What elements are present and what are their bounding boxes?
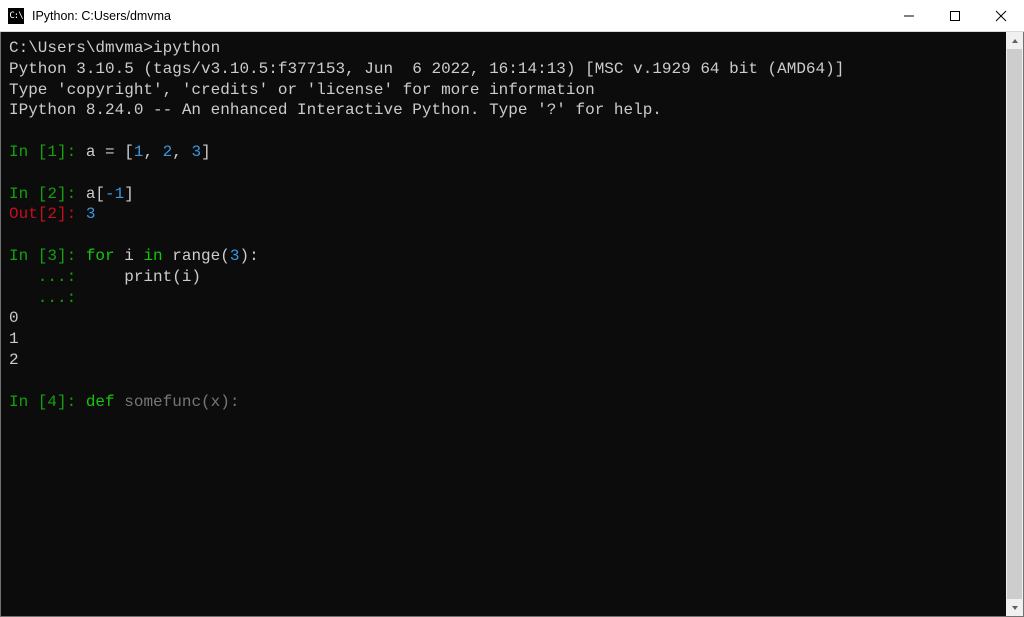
console-app-icon: C:\ xyxy=(8,8,24,24)
titlebar: C:\ IPython: C:Users/dmvma xyxy=(0,0,1024,32)
code-text: ): xyxy=(239,247,258,265)
autosuggest-sig: (x): xyxy=(201,393,239,411)
console-app-icon-label: C:\ xyxy=(9,11,22,21)
shell-prompt-path: C:\Users\dmvma> xyxy=(9,39,153,57)
client-area: C:\Users\dmvma>ipython Python 3.10.5 (ta… xyxy=(0,32,1024,617)
out-value: 3 xyxy=(86,205,96,223)
terminal[interactable]: C:\Users\dmvma>ipython Python 3.10.5 (ta… xyxy=(1,32,1006,616)
banner-line: Type 'copyright', 'credits' or 'license'… xyxy=(9,81,595,99)
code-keyword: for xyxy=(86,247,115,265)
chevron-up-icon xyxy=(1011,37,1019,45)
minimize-icon xyxy=(904,11,914,21)
code-text: , xyxy=(172,143,191,161)
code-text: a = [ xyxy=(86,143,134,161)
stdout-line: 1 xyxy=(9,330,19,348)
code-indent xyxy=(86,268,124,286)
code-text: a[ xyxy=(86,185,105,203)
scrollbar-track[interactable] xyxy=(1006,49,1023,599)
scrollbar-thumb[interactable] xyxy=(1007,49,1022,599)
window-title: IPython: C:Users/dmvma xyxy=(32,9,171,23)
stdout-line: 0 xyxy=(9,309,19,327)
code-keyword: def xyxy=(86,393,115,411)
autosuggest-funcname: somefunc xyxy=(124,393,201,411)
minimize-button[interactable] xyxy=(886,0,932,31)
code-text: ] xyxy=(124,185,134,203)
close-icon xyxy=(995,10,1007,22)
shell-prompt-cmd: ipython xyxy=(153,39,220,57)
scrollbar-up-button[interactable] xyxy=(1006,32,1023,49)
code-text xyxy=(115,393,125,411)
chevron-down-icon xyxy=(1011,604,1019,612)
banner-line: Python 3.10.5 (tags/v3.10.5:f377153, Jun… xyxy=(9,60,844,78)
banner-line: IPython 8.24.0 -- An enhanced Interactiv… xyxy=(9,101,662,119)
close-button[interactable] xyxy=(978,0,1024,31)
continuation-prompt: ...: xyxy=(9,268,86,286)
code-text: , xyxy=(143,143,162,161)
scrollbar-down-button[interactable] xyxy=(1006,599,1023,616)
in-prompt: In [3]: xyxy=(9,247,86,265)
code-number: 3 xyxy=(191,143,201,161)
out-prompt: Out[2]: xyxy=(9,205,86,223)
titlebar-controls xyxy=(886,0,1024,31)
code-keyword: in xyxy=(143,247,162,265)
code-text: range( xyxy=(163,247,230,265)
code-text: ] xyxy=(201,143,211,161)
in-prompt: In [4]: xyxy=(9,393,86,411)
in-prompt: In [1]: xyxy=(9,143,86,161)
code-number: -1 xyxy=(105,185,124,203)
continuation-prompt: ...: xyxy=(9,289,86,307)
code-number: 2 xyxy=(163,143,173,161)
code-text: i xyxy=(115,247,144,265)
code-number: 1 xyxy=(134,143,144,161)
in-prompt: In [2]: xyxy=(9,185,86,203)
stdout-line: 2 xyxy=(9,351,19,369)
vertical-scrollbar[interactable] xyxy=(1006,32,1023,616)
maximize-button[interactable] xyxy=(932,0,978,31)
code-text: print(i) xyxy=(124,268,201,286)
maximize-icon xyxy=(950,11,960,21)
